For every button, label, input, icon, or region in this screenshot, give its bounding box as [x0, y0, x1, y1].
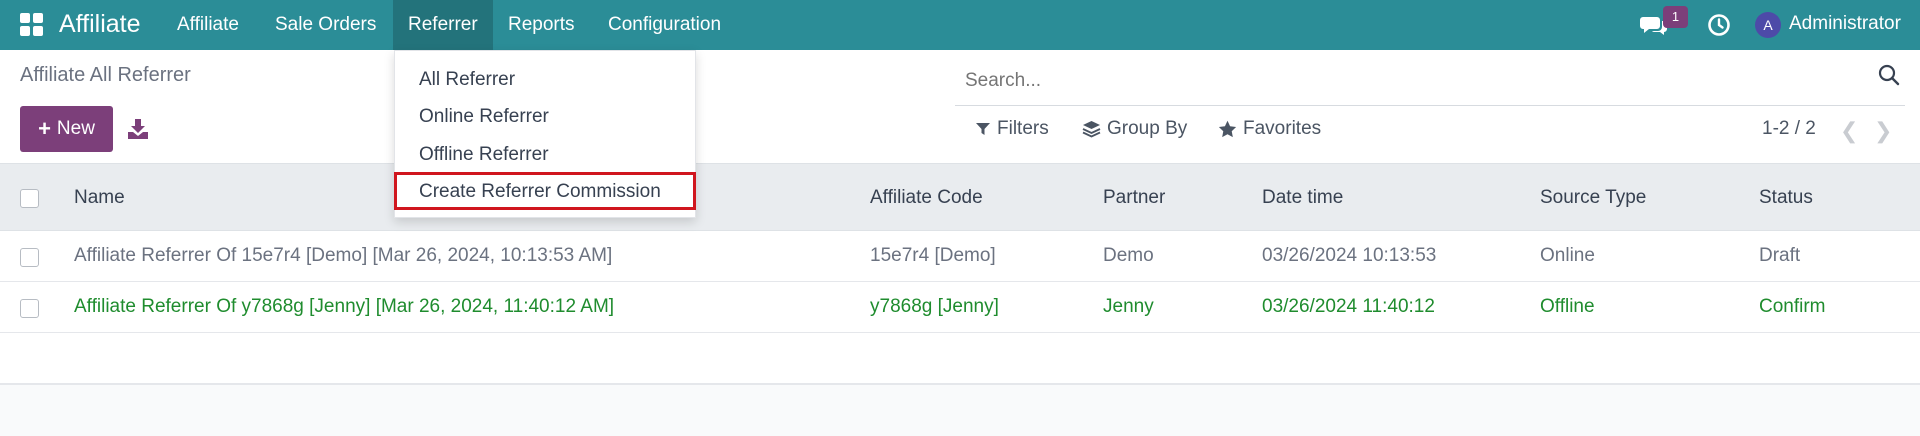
top-navbar: Affiliate Affiliate Sale Orders Referrer… [0, 0, 1920, 50]
user-name[interactable]: Administrator [1789, 13, 1901, 35]
row-source-type: Online [1540, 245, 1595, 266]
pager-value[interactable]: 1-2 / 2 [1762, 118, 1816, 140]
favorites-toggle[interactable]: Favorites [1218, 118, 1321, 140]
select-all-checkbox[interactable] [20, 189, 39, 208]
row-checkbox[interactable] [20, 299, 39, 318]
table-empty-area [0, 384, 1920, 436]
column-date-time[interactable]: Date time [1262, 187, 1343, 209]
menu-online-referrer[interactable]: Online Referrer [419, 106, 549, 128]
row-status: Confirm [1759, 296, 1826, 317]
column-affiliate-code[interactable]: Affiliate Code [870, 187, 983, 209]
download-icon[interactable] [127, 118, 149, 140]
menu-all-referrer[interactable]: All Referrer [419, 69, 515, 91]
row-date-time: 03/26/2024 10:13:53 [1262, 245, 1437, 266]
search-icon[interactable] [1878, 64, 1900, 86]
row-affiliate-code: 15e7r4 [Demo] [870, 245, 996, 266]
column-partner[interactable]: Partner [1103, 187, 1165, 209]
menu-reports[interactable]: Reports [493, 0, 590, 50]
new-button-label: New [56, 118, 95, 139]
menu-configuration[interactable]: Configuration [593, 0, 736, 50]
user-avatar[interactable]: A [1755, 12, 1781, 38]
apps-grid-icon[interactable] [20, 13, 44, 37]
row-affiliate-code: y7868g [Jenny] [870, 296, 999, 317]
row-checkbox[interactable] [20, 248, 39, 267]
pager-prev-icon[interactable]: ❮ [1840, 118, 1858, 144]
filters-toggle[interactable]: Filters [975, 118, 1049, 140]
row-name: Affiliate Referrer Of 15e7r4 [Demo] [Mar… [74, 245, 613, 266]
page-title: Affiliate All Referrer [20, 64, 191, 86]
group-by-toggle[interactable]: Group By [1082, 118, 1187, 140]
clock-icon[interactable] [1707, 13, 1731, 37]
row-partner: Jenny [1103, 296, 1154, 317]
table-row[interactable]: Affiliate Referrer Of 15e7r4 [Demo] [Mar… [0, 231, 1920, 282]
column-name[interactable]: Name [74, 187, 125, 209]
favorites-label: Favorites [1243, 118, 1322, 139]
row-name: Affiliate Referrer Of y7868g [Jenny] [Ma… [74, 296, 615, 317]
menu-sale-orders[interactable]: Sale Orders [260, 0, 391, 50]
highlight-box [394, 172, 696, 210]
app-brand[interactable]: Affiliate [59, 10, 141, 39]
messages-badge: 1 [1663, 6, 1688, 28]
search-bar [955, 64, 1905, 106]
column-source-type[interactable]: Source Type [1540, 187, 1646, 209]
column-status[interactable]: Status [1759, 187, 1813, 209]
plus-icon: + [38, 116, 51, 141]
pager-next-icon[interactable]: ❯ [1874, 118, 1892, 144]
empty-table-row [0, 333, 1920, 384]
row-status: Draft [1759, 245, 1801, 266]
row-source-type: Offline [1540, 296, 1595, 317]
star-icon [1218, 120, 1237, 138]
menu-referrer[interactable]: Referrer [393, 0, 493, 50]
filters-label: Filters [997, 118, 1049, 139]
layers-icon [1082, 121, 1101, 138]
group-by-label: Group By [1107, 118, 1188, 139]
search-input[interactable] [965, 70, 1825, 92]
filter-icon [976, 123, 990, 135]
table-row[interactable]: Affiliate Referrer Of y7868g [Jenny] [Ma… [0, 282, 1920, 333]
row-date-time: 03/26/2024 11:40:12 [1262, 296, 1435, 317]
new-button[interactable]: + New [20, 106, 113, 152]
menu-affiliate[interactable]: Affiliate [162, 0, 254, 50]
table-header: Name Affiliate Code Partner Date time So… [0, 163, 1920, 231]
row-partner: Demo [1103, 245, 1154, 266]
menu-offline-referrer[interactable]: Offline Referrer [419, 144, 549, 166]
